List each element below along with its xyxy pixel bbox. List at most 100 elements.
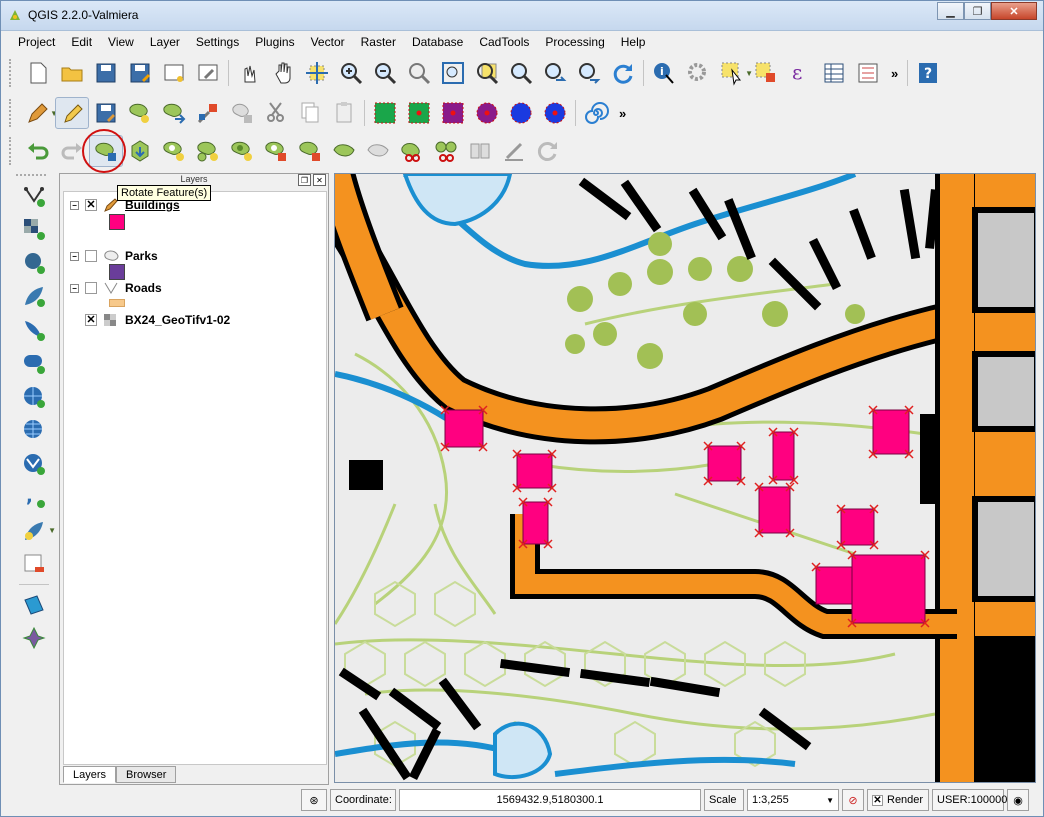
cut-features-button[interactable] bbox=[259, 97, 293, 129]
log-messages-button[interactable]: ◉ bbox=[1007, 789, 1029, 811]
snap-purple-square-button[interactable] bbox=[436, 97, 470, 129]
maximize-button[interactable]: ❐ bbox=[964, 2, 991, 20]
render-checkbox[interactable]: ✕ bbox=[872, 794, 883, 806]
pan-to-selection-button[interactable] bbox=[300, 57, 334, 89]
select-features-button[interactable]: ▼ bbox=[715, 57, 753, 89]
save-layer-edits-button[interactable] bbox=[89, 97, 123, 129]
layer-visibility-checkbox[interactable]: ✕ bbox=[85, 314, 97, 326]
delete-part-button[interactable] bbox=[293, 135, 327, 167]
add-spatialite-layer-button[interactable] bbox=[14, 280, 54, 314]
reshape-features-button[interactable] bbox=[327, 135, 361, 167]
spiral-tool-button[interactable] bbox=[579, 97, 613, 129]
stop-render-button[interactable]: ⊘ bbox=[842, 789, 864, 811]
collapse-icon[interactable]: − bbox=[70, 200, 79, 210]
tab-browser[interactable]: Browser bbox=[116, 766, 177, 783]
minimize-button[interactable]: ▁ bbox=[937, 2, 964, 20]
rotate-point-symbols-button[interactable] bbox=[531, 135, 565, 167]
gps-tools-button[interactable] bbox=[14, 622, 54, 656]
new-project-button[interactable] bbox=[21, 57, 55, 89]
node-tool-button[interactable] bbox=[191, 97, 225, 129]
map-canvas[interactable] bbox=[334, 173, 1036, 783]
menu-edit[interactable]: Edit bbox=[62, 34, 99, 52]
menu-layer[interactable]: Layer bbox=[141, 34, 187, 52]
zoom-to-layer-button[interactable] bbox=[504, 57, 538, 89]
move-feature-button[interactable] bbox=[157, 97, 191, 129]
zoom-to-selection-button[interactable] bbox=[470, 57, 504, 89]
save-as-button[interactable] bbox=[123, 57, 157, 89]
pan-map-button[interactable] bbox=[266, 57, 300, 89]
new-print-composer-button[interactable] bbox=[157, 57, 191, 89]
layer-row-parks[interactable]: − Parks bbox=[70, 248, 158, 264]
snap-purple-circle-button[interactable] bbox=[470, 97, 504, 129]
zoom-out-button[interactable] bbox=[368, 57, 402, 89]
close-panel-button[interactable]: ✕ bbox=[313, 174, 326, 186]
layer-visibility-checkbox[interactable]: ✕ bbox=[85, 199, 97, 211]
toolbar-grip[interactable] bbox=[9, 99, 15, 127]
crs-status-button[interactable]: USER:100000 bbox=[932, 789, 1007, 811]
toolbar-grip[interactable] bbox=[9, 137, 15, 165]
toggle-editing-button[interactable] bbox=[55, 97, 89, 129]
float-panel-button[interactable]: ❐ bbox=[298, 174, 311, 186]
menu-vector[interactable]: Vector bbox=[302, 34, 352, 52]
dropdown-arrow-icon[interactable]: ▼ bbox=[826, 796, 834, 805]
menu-cadtools[interactable]: CadTools bbox=[470, 34, 536, 52]
save-project-button[interactable] bbox=[89, 57, 123, 89]
composer-manager-button[interactable] bbox=[191, 57, 225, 89]
menu-view[interactable]: View bbox=[99, 34, 141, 52]
menu-settings[interactable]: Settings bbox=[187, 34, 246, 52]
split-parts-button[interactable] bbox=[429, 135, 463, 167]
menu-help[interactable]: Help bbox=[612, 34, 653, 52]
simplify-feature-button[interactable] bbox=[123, 135, 157, 167]
toolbar-grip[interactable] bbox=[9, 59, 15, 87]
merge-attributes-button[interactable] bbox=[497, 135, 531, 167]
whats-this-help-button[interactable]: ? bbox=[911, 57, 945, 89]
add-delimited-text-button[interactable]: , bbox=[14, 481, 54, 515]
split-features-button[interactable] bbox=[395, 135, 429, 167]
menu-project[interactable]: Project bbox=[9, 34, 62, 52]
buildings-symbol-swatch[interactable] bbox=[109, 214, 125, 230]
add-mssql-layer-button[interactable] bbox=[14, 313, 54, 347]
delete-selected-button[interactable] bbox=[225, 97, 259, 129]
add-vector-layer-button[interactable] bbox=[14, 179, 54, 213]
render-toggle[interactable]: ✕ Render bbox=[867, 789, 929, 811]
roads-symbol-swatch[interactable] bbox=[109, 299, 125, 307]
add-ring-button[interactable] bbox=[157, 135, 191, 167]
measure-button[interactable] bbox=[851, 57, 885, 89]
toolbar-overflow-button[interactable]: » bbox=[885, 66, 904, 81]
snap-blue-circle-center-button[interactable] bbox=[538, 97, 572, 129]
tab-layers[interactable]: Layers bbox=[63, 766, 117, 783]
remove-layer-button[interactable] bbox=[14, 548, 54, 582]
open-project-button[interactable] bbox=[55, 57, 89, 89]
layer-visibility-checkbox[interactable] bbox=[85, 282, 97, 294]
menu-processing[interactable]: Processing bbox=[536, 34, 611, 52]
paste-features-button[interactable] bbox=[327, 97, 361, 129]
snap-blue-circle-button[interactable] bbox=[504, 97, 538, 129]
georeferencer-button[interactable] bbox=[14, 588, 54, 622]
coordinate-field[interactable]: 1569432.9,5180300.1 bbox=[399, 789, 701, 811]
refresh-button[interactable] bbox=[606, 57, 640, 89]
dropdown-arrow-icon[interactable]: ▼ bbox=[48, 526, 56, 535]
open-attribute-table-button[interactable] bbox=[817, 57, 851, 89]
current-edits-button[interactable]: ▼ bbox=[21, 97, 58, 129]
zoom-full-button[interactable] bbox=[436, 57, 470, 89]
add-feature-button[interactable] bbox=[123, 97, 157, 129]
toggle-extents-button[interactable]: ⊛ bbox=[301, 789, 327, 811]
run-feature-action-button[interactable] bbox=[681, 57, 715, 89]
zoom-next-button[interactable] bbox=[572, 57, 606, 89]
add-part-button[interactable] bbox=[191, 135, 225, 167]
add-wfs-layer-button[interactable] bbox=[14, 447, 54, 481]
deselect-features-button[interactable] bbox=[749, 57, 783, 89]
identify-features-button[interactable]: i bbox=[647, 57, 681, 89]
menu-raster[interactable]: Raster bbox=[352, 34, 403, 52]
undo-button[interactable] bbox=[21, 135, 55, 167]
parks-symbol-swatch[interactable] bbox=[109, 264, 125, 280]
toolbar-grip[interactable] bbox=[16, 174, 46, 176]
add-raster-layer-button[interactable] bbox=[14, 213, 54, 247]
select-by-expression-button[interactable]: ε bbox=[783, 57, 817, 89]
toolbar-overflow-button[interactable]: » bbox=[613, 106, 632, 121]
offset-curve-button[interactable] bbox=[361, 135, 395, 167]
add-wms-layer-button[interactable] bbox=[14, 380, 54, 414]
merge-features-button[interactable] bbox=[463, 135, 497, 167]
add-wcs-layer-button[interactable] bbox=[14, 414, 54, 448]
collapse-icon[interactable]: − bbox=[70, 283, 79, 293]
